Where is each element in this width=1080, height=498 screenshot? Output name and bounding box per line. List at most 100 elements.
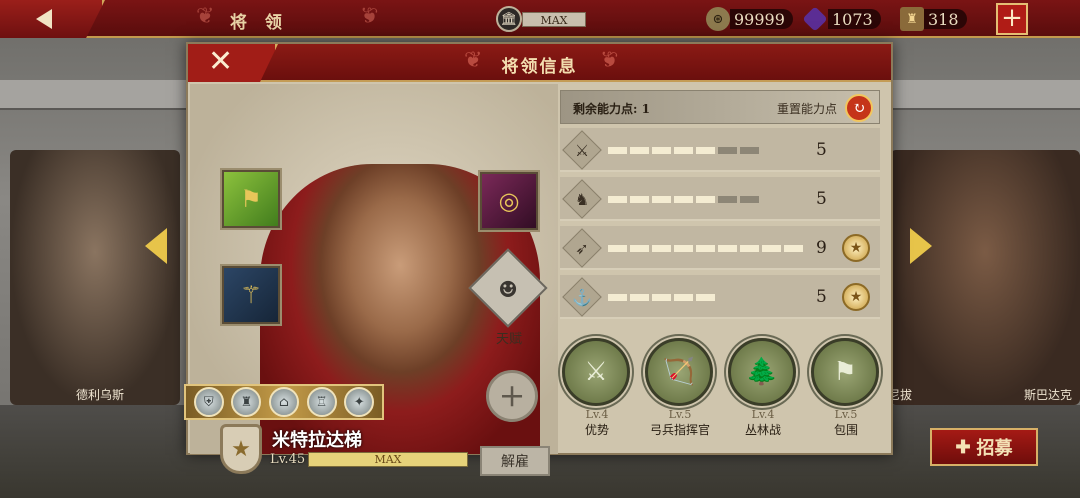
laurel-right-icon: ❦	[600, 48, 619, 73]
skill-1[interactable]: 🏹 Lv.5 弓兵指挥官	[645, 338, 715, 438]
next-hero-arrow-icon[interactable]	[910, 228, 932, 264]
stat-segment	[674, 294, 693, 301]
stat-row-cavalry[interactable]: ♞ 5	[560, 177, 880, 221]
skill-3[interactable]: ⚑ Lv.5 包围	[811, 338, 881, 438]
gem-resource[interactable]: 1073	[802, 6, 881, 32]
stat-segment	[652, 147, 671, 154]
horse-icon: ♞	[574, 189, 590, 209]
ring-icon: ◎	[498, 187, 520, 215]
stat-segment	[696, 147, 715, 154]
stat-bar	[608, 294, 715, 301]
stat-segment	[630, 294, 649, 301]
badge-strip: ⛨ ♜ ⌂ ♖ ✦	[184, 384, 384, 420]
stat-segment	[718, 245, 737, 252]
stat-segment	[740, 147, 759, 154]
skill-icon: ⚑	[811, 338, 879, 406]
badge-castle-icon[interactable]: ♜	[231, 387, 262, 417]
stat-segment	[740, 196, 759, 203]
side-hero-left[interactable]	[10, 150, 180, 405]
stat-value: 5	[816, 287, 827, 307]
anchor-icon: ⚓	[572, 287, 592, 307]
stat-segment	[718, 147, 737, 154]
medal-value: 318	[924, 9, 967, 29]
stat-row-infantry[interactable]: ⚔ 5	[560, 128, 880, 172]
add-skill-button[interactable]: +	[486, 370, 538, 422]
rank-star-icon: ★	[220, 424, 262, 474]
talent-mask-icon: ☻	[498, 277, 518, 303]
back-arrow-icon	[36, 9, 52, 29]
badge-fort-icon[interactable]: ♖	[306, 387, 337, 417]
stat-segment	[630, 196, 649, 203]
remaining-points: 剩余能力点: 1	[573, 102, 650, 116]
medal-resource[interactable]: ♜ 318	[900, 7, 967, 31]
badge-tower-icon[interactable]: ⌂	[268, 387, 299, 417]
hero-level: Lv.45	[270, 452, 306, 467]
skill-name: 弓兵指挥官	[649, 423, 710, 437]
equipment-banner[interactable]: ⚑	[220, 168, 282, 230]
sword-icon: ⚔	[574, 140, 590, 160]
stat-medal-icon[interactable]: ★	[842, 234, 870, 262]
stat-segment	[696, 245, 715, 252]
gold-resource[interactable]: ⊛ 99999	[706, 7, 793, 31]
temple-max-bar: MAX	[522, 12, 586, 27]
reset-points-button[interactable]: ↻	[845, 94, 873, 122]
laurel-right-icon: ❦	[360, 4, 379, 29]
side-hero-right-name-b: 斯巴达克	[1024, 388, 1073, 402]
hero-name: 米特拉达梯	[272, 430, 362, 451]
skill-level: Lv.5	[834, 408, 858, 421]
back-button[interactable]	[0, 0, 105, 38]
stat-segment	[674, 196, 693, 203]
stat-bar	[608, 245, 803, 252]
stat-segment	[630, 147, 649, 154]
equipment-ring[interactable]: ◎	[478, 170, 540, 232]
stat-segment	[652, 245, 671, 252]
skill-level: Lv.4	[751, 408, 775, 421]
equipment-scepter[interactable]: ⚚	[220, 264, 282, 326]
stat-segment	[674, 147, 693, 154]
side-hero-right[interactable]	[890, 150, 1080, 405]
recruit-label: 招募	[976, 438, 1013, 459]
stat-segment	[652, 196, 671, 203]
prev-hero-arrow-icon[interactable]	[145, 228, 167, 264]
dialog-title: 将领信息	[501, 57, 578, 77]
banner-icon: ⚑	[240, 185, 262, 213]
dialog-header: ✕ ❦ 将领信息 ❦	[188, 44, 891, 82]
skill-icon: 🏹	[645, 338, 713, 406]
temple-icon[interactable]: 🏛	[496, 6, 522, 32]
portrait-area: ⚑ ⚚ ◎ ☻ 天赋 + ⛨ ♜ ⌂ ♖ ✦ ★ 米特拉达梯 Lv.45 MAX…	[184, 84, 558, 476]
stat-segment	[718, 196, 737, 203]
recruit-button[interactable]: ✚ 招募	[930, 428, 1038, 466]
skill-name: 优势	[584, 423, 609, 437]
stat-segment	[608, 196, 627, 203]
stat-bar	[608, 196, 759, 203]
points-row: 剩余能力点: 1 重置能力点 ↻	[560, 90, 880, 124]
skill-level: Lv.5	[668, 408, 692, 421]
gold-value: 99999	[730, 9, 793, 29]
stat-row-navy[interactable]: ⚓ 5 ★	[560, 275, 880, 319]
stat-segment	[740, 245, 759, 252]
gem-value: 1073	[828, 9, 881, 29]
skill-0[interactable]: ⚔ Lv.4 优势	[562, 338, 632, 438]
skill-name: 包围	[833, 423, 858, 437]
recruit-icon: ✚	[955, 436, 971, 458]
stat-row-archer[interactable]: ➶ 9 ★	[560, 226, 880, 270]
dismiss-button[interactable]: 解雇	[480, 446, 550, 476]
page-title: 将 领	[230, 13, 288, 33]
stat-segment	[608, 294, 627, 301]
stat-value: 9	[816, 238, 827, 258]
talent-label: 天赋	[496, 332, 523, 347]
stat-medal-icon[interactable]: ★	[842, 283, 870, 311]
coin-icon: ⊛	[706, 7, 730, 31]
laurel-left-icon: ❦	[196, 4, 215, 29]
xp-bar: MAX	[308, 452, 468, 467]
top-bar: ❦ 将 领 ❦ 🏛 MAX ⊛ 99999 1073 ♜ 318 +	[0, 0, 1080, 38]
add-resource-button[interactable]: +	[996, 3, 1028, 35]
stat-segment	[696, 294, 715, 301]
skill-name: 丛林战	[744, 423, 781, 437]
badge-helmet-icon[interactable]: ⛨	[193, 387, 224, 417]
skill-level: Lv.4	[585, 408, 609, 421]
stat-segment	[674, 245, 693, 252]
skill-2[interactable]: 🌲 Lv.4 丛林战	[728, 338, 798, 438]
badge-crest-icon[interactable]: ✦	[344, 387, 375, 417]
stat-segment	[630, 245, 649, 252]
